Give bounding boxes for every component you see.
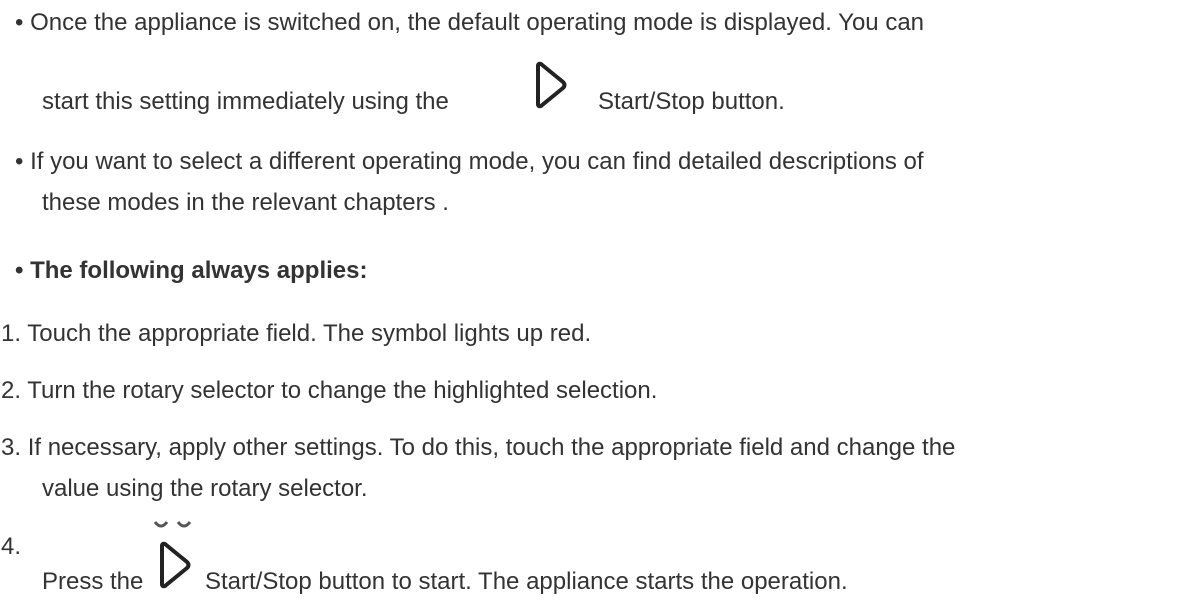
bullet-1-line-2-after: Start/Stop button. bbox=[598, 88, 785, 116]
step-4-text-after: Start/Stop button to start. The applianc… bbox=[205, 568, 848, 596]
bullet-2-line-1: • If you want to select a different oper… bbox=[15, 148, 924, 176]
step-number: 4. bbox=[1, 533, 22, 560]
bullet-1-line-2: start this setting immediately using the bbox=[42, 88, 449, 116]
step-2: 2. Turn the rotary selector to change th… bbox=[1, 377, 657, 405]
bullet-2-text-continued: these modes in the relevant chapters . bbox=[42, 189, 449, 216]
step-3-text: If necessary, apply other settings. To d… bbox=[27, 434, 956, 461]
bullet-2-text: If you want to select a different operat… bbox=[30, 148, 924, 175]
step-1: 1. Touch the appropriate field. The symb… bbox=[1, 320, 591, 348]
step-3-line-2: value using the rotary selector. bbox=[42, 475, 368, 503]
step-2-text: Turn the rotary selector to change the h… bbox=[27, 377, 658, 404]
start-stop-icon bbox=[154, 540, 192, 590]
bullet-marker: • bbox=[15, 9, 24, 36]
bullet-2-line-2: these modes in the relevant chapters . bbox=[42, 189, 449, 217]
step-4-text-after-icon: Start/Stop button to start. The applianc… bbox=[205, 568, 848, 595]
bullet-1-text-after-icon: Start/Stop button. bbox=[598, 88, 785, 115]
step-4-number: 4. bbox=[1, 533, 21, 561]
bullet-3-text: The following always applies: bbox=[30, 257, 368, 284]
step-number: 2. bbox=[1, 377, 22, 404]
bullet-3-line: • The following always applies: bbox=[15, 257, 367, 285]
bullet-1-text-before-icon: start this setting immediately using the bbox=[42, 88, 449, 115]
step-4-text-before: Press the bbox=[42, 568, 143, 596]
step-4-text-before-icon: Press the bbox=[42, 568, 144, 595]
bullet-marker: • bbox=[15, 148, 24, 175]
step-number: 1. bbox=[1, 320, 22, 347]
step-3-text-continued: value using the rotary selector. bbox=[42, 475, 368, 502]
cropped-glyph-fragment bbox=[151, 521, 201, 531]
step-3-line-1: 3. If necessary, apply other settings. T… bbox=[1, 434, 955, 462]
step-1-text: Touch the appropriate field. The symbol … bbox=[27, 320, 592, 347]
step-number: 3. bbox=[1, 434, 22, 461]
bullet-1-line-1: • Once the appliance is switched on, the… bbox=[15, 9, 924, 37]
bullet-1-text: Once the appliance is switched on, the d… bbox=[30, 9, 925, 36]
start-stop-icon bbox=[530, 60, 568, 110]
bullet-marker: • bbox=[15, 257, 24, 284]
